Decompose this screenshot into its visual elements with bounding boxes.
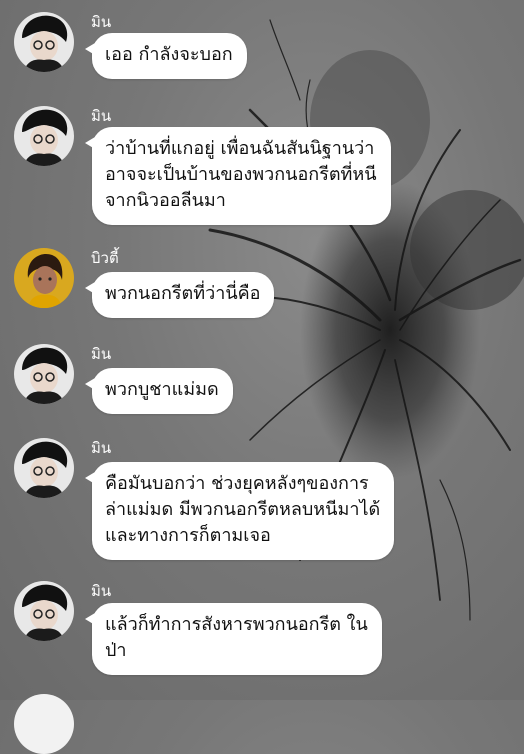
avatar-beauty[interactable] xyxy=(14,248,74,308)
avatar-partial xyxy=(14,694,74,754)
message-bubble[interactable]: เออ กำลังจะบอก xyxy=(85,33,247,79)
sender-name: มิน xyxy=(91,107,112,125)
avatar-min[interactable] xyxy=(14,106,74,166)
message-bubble[interactable]: คือมันบอกว่า ช่วงยุคหลังๆของการ ล่าแม่มด… xyxy=(84,462,395,560)
message-bubble[interactable]: ว่าบ้านที่แกอยู่ เพื่อนฉันสันนิฐานว่า อา… xyxy=(85,127,391,225)
sender-name: มิน xyxy=(91,582,112,600)
sender-name: มิน xyxy=(91,13,112,31)
sender-name: มิน xyxy=(91,439,112,457)
message-bubble[interactable]: พวกนอกรีตที่ว่านี่คือ xyxy=(84,272,275,318)
avatar-min[interactable] xyxy=(14,581,74,641)
message-bubble[interactable]: พวกบูชาแม่มด xyxy=(85,368,233,414)
message-bubble[interactable]: แล้วก็ทำการสังหารพวกนอกรีต ใน ป่า xyxy=(85,603,382,675)
chat-thread: มิน เออ กำลังจะบอก มิน ว่าบ้านที่แกอยู่ … xyxy=(0,0,524,754)
sender-name: มิน xyxy=(91,345,112,363)
avatar-min[interactable] xyxy=(14,344,74,404)
avatar-min[interactable] xyxy=(14,438,74,498)
sender-name: บิวตี้ xyxy=(91,249,119,267)
avatar-min[interactable] xyxy=(14,12,74,72)
